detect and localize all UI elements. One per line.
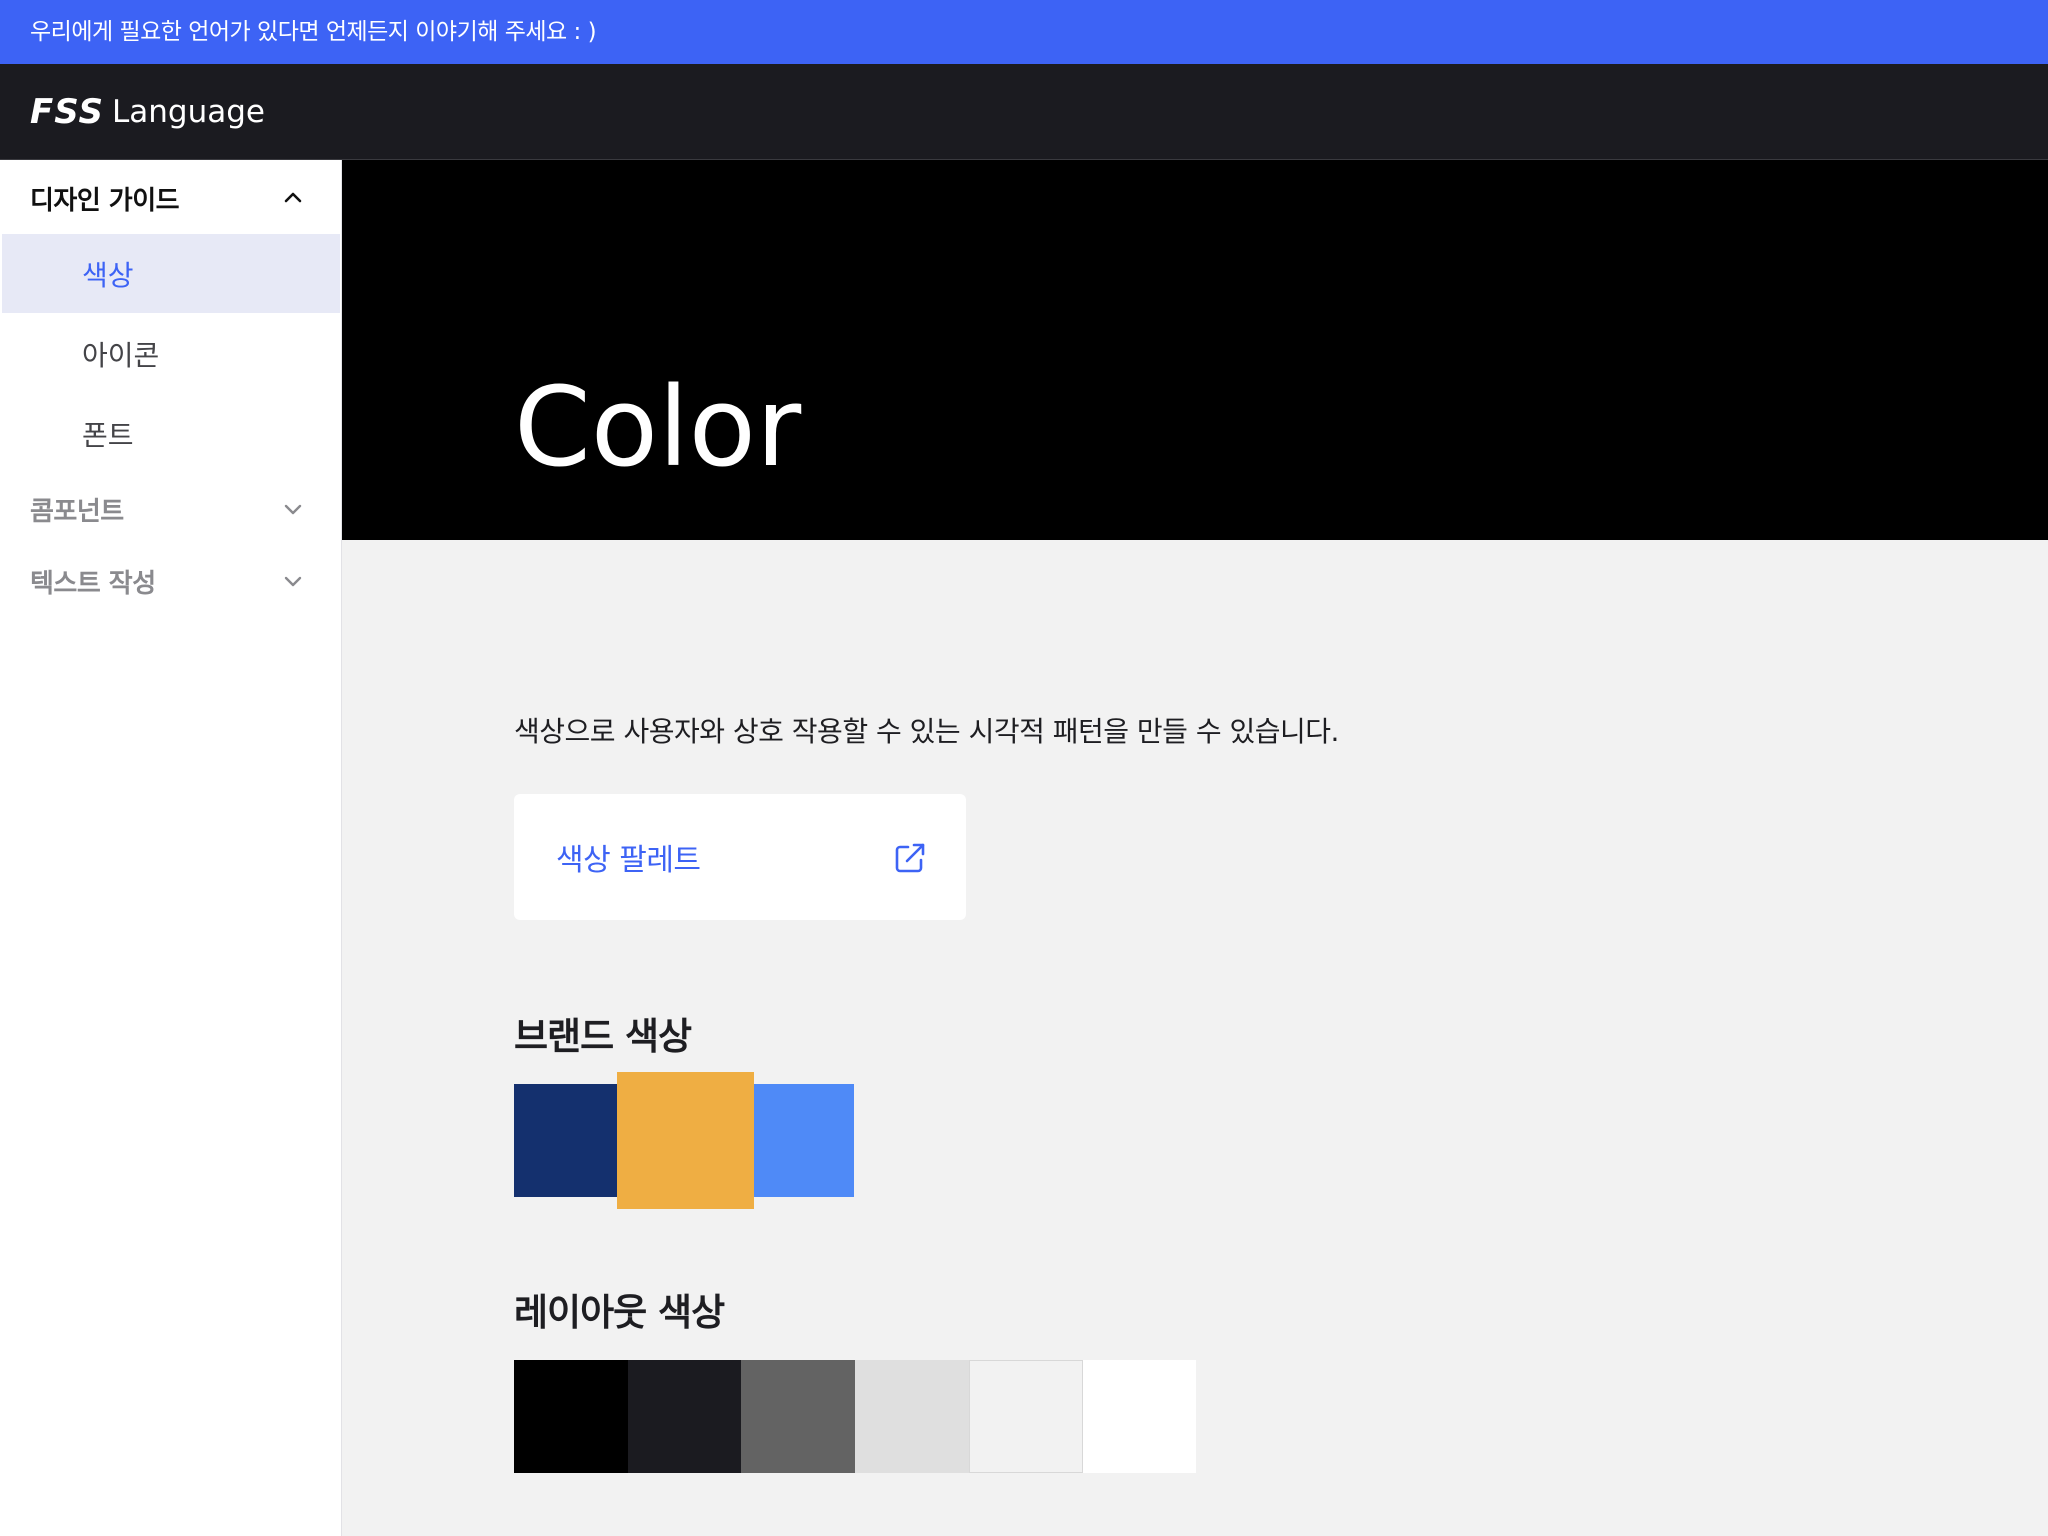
sidebar-item-font[interactable]: 폰트 xyxy=(2,394,340,473)
page-hero: Color xyxy=(342,160,2048,540)
sidebar: 디자인 가이드 색상 아이콘 폰트 콤포넌트 텍스트 작성 xyxy=(0,160,342,1536)
layout-color-swatch[interactable] xyxy=(628,1360,741,1473)
layout-color-swatch[interactable] xyxy=(969,1360,1083,1473)
sidebar-item-label: 아이콘 xyxy=(82,338,160,372)
external-link-icon xyxy=(895,843,925,873)
page-description: 색상으로 사용자와 상호 작용할 수 있는 시각적 패턴을 만들 수 있습니다. xyxy=(514,715,1339,748)
layout-color-swatch[interactable] xyxy=(855,1360,969,1473)
chevron-down-icon xyxy=(284,576,302,587)
sidebar-group-title: 콤포넌트 xyxy=(30,496,124,527)
logo[interactable]: FSS Language xyxy=(30,92,265,132)
brand-color-swatch[interactable] xyxy=(754,1084,854,1197)
layout-color-swatch[interactable] xyxy=(514,1360,628,1473)
layout-color-swatch[interactable] xyxy=(741,1360,855,1473)
chevron-up-icon xyxy=(284,192,302,203)
sidebar-item-label: 색상 xyxy=(82,258,134,292)
logo-mark: FSS xyxy=(30,92,104,132)
main-content: 색상으로 사용자와 상호 작용할 수 있는 시각적 패턴을 만들 수 있습니다.… xyxy=(342,540,2048,1536)
sidebar-group-title: 디자인 가이드 xyxy=(30,185,180,216)
sidebar-group-design-guide[interactable]: 디자인 가이드 xyxy=(0,166,340,230)
color-palette-link-label: 색상 팔레트 xyxy=(556,843,701,878)
logo-text: Language xyxy=(112,94,265,130)
page-title: Color xyxy=(514,363,802,491)
sidebar-group-components[interactable]: 콤포넌트 xyxy=(0,477,340,541)
sidebar-group-title: 텍스트 작성 xyxy=(30,568,156,599)
announcement-banner: 우리에게 필요한 언어가 있다면 언제든지 이야기해 주세요 : ) xyxy=(0,0,2048,64)
sidebar-item-label: 폰트 xyxy=(82,418,134,452)
layout-color-swatch[interactable] xyxy=(1083,1360,1196,1473)
brand-color-swatch[interactable] xyxy=(514,1084,617,1197)
layout-colors-title: 레이아웃 색상 xyxy=(514,1291,725,1334)
sidebar-item-icon[interactable]: 아이콘 xyxy=(2,314,340,393)
sidebar-item-color[interactable]: 색상 xyxy=(2,234,340,313)
brand-color-swatch[interactable] xyxy=(617,1072,754,1209)
top-navigation-bar: FSS Language xyxy=(0,64,2048,160)
brand-colors-title: 브랜드 색상 xyxy=(514,1015,692,1058)
chevron-down-icon xyxy=(284,504,302,515)
sidebar-group-text-writing[interactable]: 텍스트 작성 xyxy=(0,549,340,613)
banner-text: 우리에게 필요한 언어가 있다면 언제든지 이야기해 주세요 : ) xyxy=(30,19,597,45)
color-palette-link[interactable]: 색상 팔레트 xyxy=(514,794,966,920)
